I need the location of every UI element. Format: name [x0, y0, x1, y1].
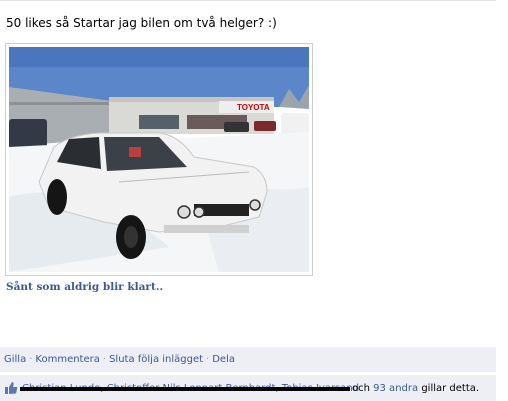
photo-caption[interactable]: Sånt som aldrig blir klart..	[6, 281, 163, 293]
separator: ·	[102, 354, 107, 365]
post-photo[interactable]: TOYOTA	[5, 43, 313, 276]
likes-tail: och 93 andra gillar detta.	[352, 383, 479, 394]
redaction-bar	[20, 387, 350, 391]
thumbs-up-icon	[5, 382, 18, 394]
likes-summary: Christian Lunde, Christoffer Nils Lennar…	[0, 374, 496, 401]
likes-conjunction: och	[352, 383, 370, 394]
separator: ·	[29, 354, 33, 365]
unfollow-link[interactable]: Sluta följa inlägget	[109, 354, 203, 365]
share-link[interactable]: Dela	[212, 354, 235, 365]
others-link[interactable]: 93 andra	[373, 383, 418, 394]
post-text: 50 likes så Startar jag bilen om två hel…	[6, 16, 277, 30]
car-photo-image[interactable]: TOYOTA	[9, 47, 309, 272]
dealer-sign: TOYOTA	[237, 103, 270, 112]
top-divider	[0, 0, 496, 1]
like-link[interactable]: Gilla	[4, 354, 26, 365]
post-actions-bar: Gilla · Kommentera · Sluta följa inlägget · De…	[0, 347, 496, 372]
separator: ·	[206, 354, 210, 365]
likes-suffix: gillar detta.	[421, 383, 480, 394]
comment-link[interactable]: Kommentera	[35, 354, 99, 365]
